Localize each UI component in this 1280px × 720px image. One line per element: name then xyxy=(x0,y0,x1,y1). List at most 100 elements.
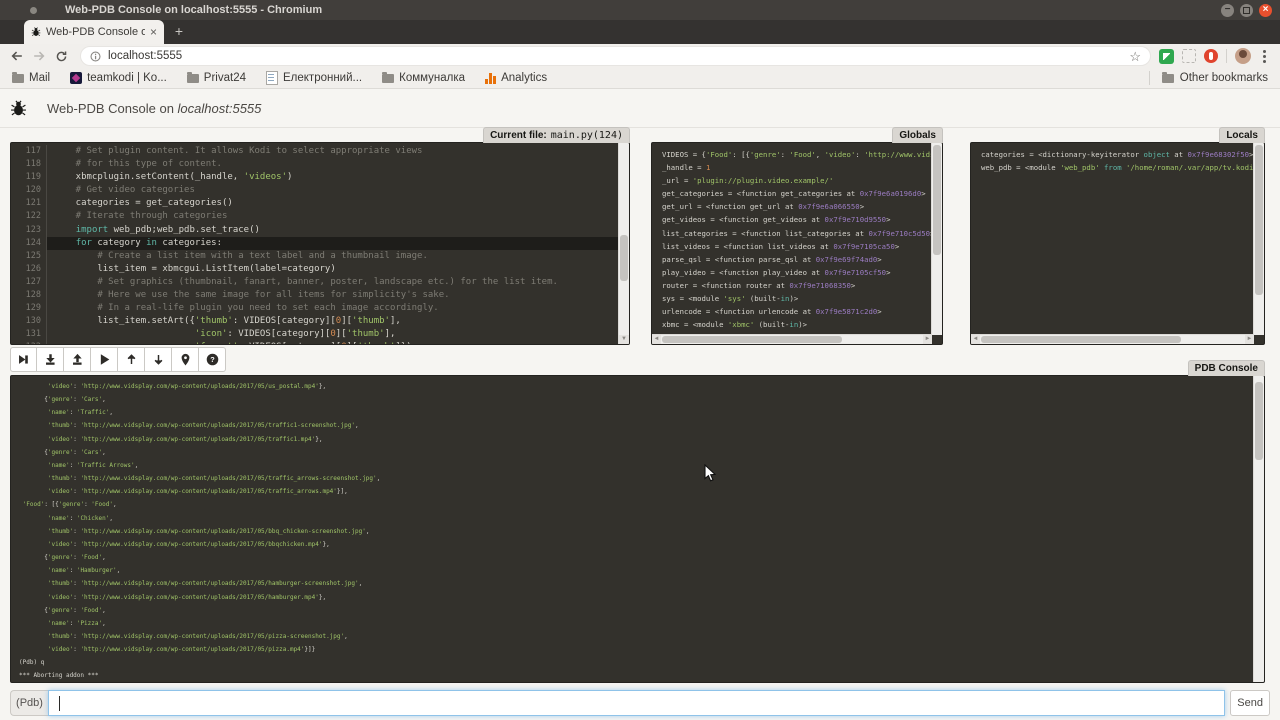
scrollbar-thumb[interactable] xyxy=(1255,382,1263,460)
code-line: 123 import web_pdb;web_pdb.set_trace() xyxy=(11,224,619,237)
output-line: get_videos = <function get_videos at 0x7… xyxy=(662,213,932,226)
output-line: router = <function router at 0x7f9e71068… xyxy=(662,279,932,292)
pdb-command-input[interactable] xyxy=(49,691,1224,715)
pdb-console-label: PDB Console xyxy=(1188,360,1265,376)
output-line: (Pdb) q xyxy=(19,656,1254,669)
locals-label: Locals xyxy=(1219,127,1265,143)
debug-button-next[interactable] xyxy=(10,347,37,372)
console-lines: 'video': 'http://www.vidsplay.com/wp-con… xyxy=(11,376,1254,682)
other-bookmarks-button[interactable]: Other bookmarks xyxy=(1149,71,1268,85)
minimize-button[interactable]: − xyxy=(1221,4,1234,17)
scrollbar-thumb[interactable] xyxy=(981,336,1181,343)
output-line: 'thumb': 'http://www.vidsplay.com/wp-con… xyxy=(19,419,1254,432)
scroll-left-arrow-icon[interactable]: ◄ xyxy=(971,335,980,344)
scrollbar-thumb[interactable] xyxy=(933,145,941,255)
locals-vertical-scrollbar[interactable] xyxy=(1253,143,1264,335)
scrollbar-thumb[interactable] xyxy=(620,235,628,281)
scroll-down-arrow-icon[interactable]: ▼ xyxy=(619,335,629,344)
console-vertical-scrollbar[interactable] xyxy=(1253,376,1264,682)
debug-button-where[interactable] xyxy=(172,347,199,372)
new-tab-button[interactable]: + xyxy=(171,24,187,40)
output-line: sys = <module 'sys' (built-in)> xyxy=(662,292,932,305)
browser-tab[interactable]: Web-PDB Console on loca × xyxy=(24,20,164,44)
bookmark-item[interactable]: Privat24 xyxy=(187,72,246,84)
extension-blocker-icon[interactable] xyxy=(1204,49,1218,63)
bookmark-item[interactable]: teamkodi | Ko... xyxy=(70,72,167,84)
analytics-icon xyxy=(485,73,496,84)
code-line: 129 # In a real-life plugin you need to … xyxy=(11,302,619,315)
folder-icon xyxy=(187,74,199,83)
globals-vertical-scrollbar[interactable] xyxy=(931,143,942,335)
bookmarks-bar: Mail teamkodi | Ko... Privat24 Електронний.… xyxy=(0,68,1280,89)
bookmarks-divider xyxy=(1149,71,1150,85)
tab-title: Web-PDB Console on loca xyxy=(46,26,145,38)
output-line: {'genre': 'Food', xyxy=(19,551,1254,564)
scrollbar-thumb[interactable] xyxy=(1255,145,1263,295)
output-line: *** Aborting addon *** xyxy=(19,669,1254,682)
scrollbar-thumb[interactable] xyxy=(662,336,842,343)
folder-icon xyxy=(382,74,394,83)
bookmark-item[interactable]: Електронний... xyxy=(266,71,362,85)
forward-button[interactable] xyxy=(30,47,48,65)
send-button[interactable]: Send xyxy=(1230,690,1270,716)
scroll-right-arrow-icon[interactable]: ► xyxy=(923,335,932,344)
page-title-host: localhost:5555 xyxy=(178,101,262,116)
browser-menu-button[interactable] xyxy=(1263,50,1266,63)
output-line: parse_qsl = <function parse_qsl at 0x7f9… xyxy=(662,253,932,266)
maximize-icon xyxy=(1243,7,1250,14)
bookmark-item[interactable]: Analytics xyxy=(485,72,547,84)
reload-button[interactable] xyxy=(52,47,70,65)
toolbar-divider xyxy=(1226,49,1227,63)
scroll-left-arrow-icon[interactable]: ◄ xyxy=(652,335,661,344)
extension-green-icon[interactable] xyxy=(1159,49,1174,64)
output-line: 'name': 'Chicken', xyxy=(19,512,1254,525)
window-app-icon xyxy=(30,7,37,14)
output-line: get_url = <function get_url at 0x7f9e6a0… xyxy=(662,200,932,213)
extension-placeholder-icon[interactable] xyxy=(1182,49,1196,63)
debug-button-down[interactable] xyxy=(145,347,172,372)
current-file-panel: Current file:main.py(124) 117 # Set plug… xyxy=(10,142,630,345)
page-favicon-icon xyxy=(266,71,278,85)
output-line: 'video': 'http://www.vidsplay.com/wp-con… xyxy=(19,485,1254,498)
bookmark-item[interactable]: Коммуналка xyxy=(382,72,465,84)
tab-close-icon[interactable]: × xyxy=(150,26,157,38)
close-button[interactable]: × xyxy=(1259,4,1272,17)
pdb-input-wrap xyxy=(48,690,1225,716)
debug-button-step[interactable] xyxy=(37,347,64,372)
debug-button-return[interactable] xyxy=(64,347,91,372)
code-vertical-scrollbar[interactable]: ▼ xyxy=(618,143,629,344)
locals-horizontal-scrollbar[interactable]: ◄ ► xyxy=(971,334,1254,344)
code-line: 131 'icon': VIDEOS[category][0]['thumb']… xyxy=(11,328,619,341)
maximize-button[interactable] xyxy=(1240,4,1253,17)
scroll-right-arrow-icon[interactable]: ► xyxy=(1245,335,1254,344)
bookmark-star-icon[interactable]: ☆ xyxy=(1129,50,1141,63)
output-line: 'video': 'http://www.vidsplay.com/wp-con… xyxy=(19,538,1254,551)
output-line: 'video': 'http://www.vidsplay.com/wp-con… xyxy=(19,643,1254,656)
profile-avatar[interactable] xyxy=(1235,48,1251,64)
code-line: 128 # Here we use the same image for all… xyxy=(11,289,619,302)
output-line: {'genre': 'Cars', xyxy=(19,393,1254,406)
globals-label: Globals xyxy=(892,127,943,143)
address-bar[interactable]: localhost:5555 ☆ xyxy=(80,46,1151,66)
page-title: Web-PDB Console on localhost:5555 xyxy=(47,101,261,116)
code-line: 126 list_item = xbmcgui.ListItem(label=c… xyxy=(11,263,619,276)
code-line: 117 # Set plugin content. It allows Kodi… xyxy=(11,145,619,158)
back-button[interactable] xyxy=(8,47,26,65)
debug-button-help[interactable]: ? xyxy=(199,347,226,372)
code-line: 132 'fanart': VIDEOS[category][0]['thumb… xyxy=(11,341,619,344)
globals-lines: VIDEOS = {'Food': [{'genre': 'Food', 'vi… xyxy=(652,143,932,335)
mouse-cursor xyxy=(704,464,716,482)
globals-horizontal-scrollbar[interactable]: ◄ ► xyxy=(652,334,932,344)
output-line: _url = 'plugin://plugin.video.example/' xyxy=(662,174,932,187)
output-line: {'genre': 'Cars', xyxy=(19,446,1254,459)
bookmark-label: Mail xyxy=(29,72,50,84)
output-line: 'video': 'http://www.vidsplay.com/wp-con… xyxy=(19,433,1254,446)
debug-button-continue[interactable] xyxy=(91,347,118,372)
output-line: urlencode = <function urlencode at 0x7f9… xyxy=(662,305,932,318)
output-line: 'name': 'Pizza', xyxy=(19,617,1254,630)
site-info-icon[interactable] xyxy=(90,51,101,62)
bookmark-item[interactable]: Mail xyxy=(12,72,50,84)
debug-button-up[interactable] xyxy=(118,347,145,372)
code-line: 121 categories = get_categories() xyxy=(11,197,619,210)
url-text[interactable]: localhost:5555 xyxy=(108,50,182,62)
